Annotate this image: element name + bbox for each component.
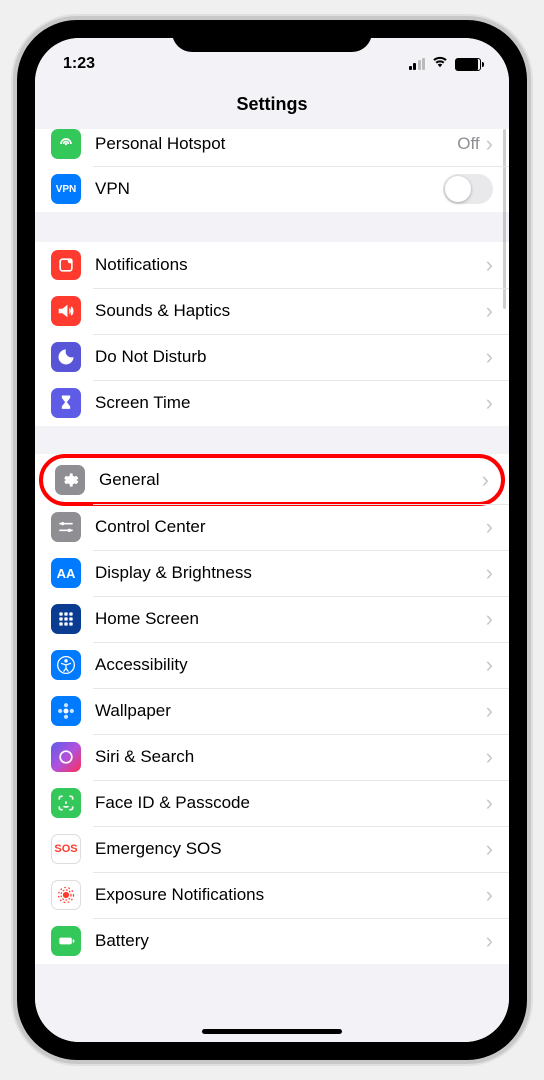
battery-icon bbox=[455, 58, 481, 71]
row-label: Display & Brightness bbox=[95, 563, 486, 583]
phone-screen: 1:23 Settings Personal Hotspot Off bbox=[35, 38, 509, 1042]
text-size-icon: AA bbox=[51, 558, 81, 588]
vpn-toggle[interactable] bbox=[443, 174, 493, 204]
sounds-icon bbox=[51, 296, 81, 326]
row-general[interactable]: General › bbox=[39, 454, 505, 506]
row-label: Emergency SOS bbox=[95, 839, 486, 859]
row-face-id-passcode[interactable]: Face ID & Passcode › bbox=[35, 780, 509, 826]
chevron-right-icon: › bbox=[486, 346, 493, 368]
notch bbox=[172, 20, 372, 52]
row-label: Exposure Notifications bbox=[95, 885, 486, 905]
row-value: Off bbox=[457, 134, 479, 154]
chevron-right-icon: › bbox=[486, 746, 493, 768]
grid-icon bbox=[51, 604, 81, 634]
row-personal-hotspot[interactable]: Personal Hotspot Off › bbox=[35, 129, 509, 166]
section-notifications: Notifications › Sounds & Haptics › Do No… bbox=[35, 242, 509, 426]
chevron-right-icon: › bbox=[486, 792, 493, 814]
section-general: General › Control Center › AA Display & … bbox=[35, 454, 509, 964]
sos-icon: SOS bbox=[51, 834, 81, 864]
row-label: Do Not Disturb bbox=[95, 347, 486, 367]
row-do-not-disturb[interactable]: Do Not Disturb › bbox=[35, 334, 509, 380]
row-label: Sounds & Haptics bbox=[95, 301, 486, 321]
row-label: Home Screen bbox=[95, 609, 486, 629]
siri-icon bbox=[51, 742, 81, 772]
row-notifications[interactable]: Notifications › bbox=[35, 242, 509, 288]
sliders-icon bbox=[51, 512, 81, 542]
row-siri-search[interactable]: Siri & Search › bbox=[35, 734, 509, 780]
status-time: 1:23 bbox=[63, 47, 95, 73]
row-sounds-haptics[interactable]: Sounds & Haptics › bbox=[35, 288, 509, 334]
page-title: Settings bbox=[35, 82, 509, 129]
flower-icon bbox=[51, 696, 81, 726]
chevron-right-icon: › bbox=[486, 930, 493, 952]
row-battery[interactable]: Battery › bbox=[35, 918, 509, 964]
row-label: Face ID & Passcode bbox=[95, 793, 486, 813]
row-label: Wallpaper bbox=[95, 701, 486, 721]
row-exposure-notifications[interactable]: Exposure Notifications › bbox=[35, 872, 509, 918]
chevron-right-icon: › bbox=[486, 300, 493, 322]
row-emergency-sos[interactable]: SOS Emergency SOS › bbox=[35, 826, 509, 872]
chevron-right-icon: › bbox=[486, 654, 493, 676]
chevron-right-icon: › bbox=[486, 516, 493, 538]
row-label: Screen Time bbox=[95, 393, 486, 413]
chevron-right-icon: › bbox=[486, 562, 493, 584]
accessibility-icon bbox=[51, 650, 81, 680]
vpn-icon: VPN bbox=[51, 174, 81, 204]
battery-icon bbox=[51, 926, 81, 956]
row-label: General bbox=[99, 470, 482, 490]
gear-icon bbox=[55, 465, 85, 495]
section-connectivity: Personal Hotspot Off › VPN VPN bbox=[35, 129, 509, 212]
chevron-right-icon: › bbox=[486, 700, 493, 722]
phone-frame: 1:23 Settings Personal Hotspot Off bbox=[17, 20, 527, 1060]
cellular-signal-icon bbox=[409, 58, 426, 70]
row-accessibility[interactable]: Accessibility › bbox=[35, 642, 509, 688]
row-label: Siri & Search bbox=[95, 747, 486, 767]
row-vpn[interactable]: VPN VPN bbox=[35, 166, 509, 212]
chevron-right-icon: › bbox=[486, 884, 493, 906]
chevron-right-icon: › bbox=[486, 608, 493, 630]
chevron-right-icon: › bbox=[486, 392, 493, 414]
chevron-right-icon: › bbox=[486, 133, 493, 155]
status-indicators bbox=[409, 47, 482, 74]
moon-icon bbox=[51, 342, 81, 372]
personal-hotspot-icon bbox=[51, 129, 81, 159]
wifi-icon bbox=[431, 55, 449, 74]
row-label: Control Center bbox=[95, 517, 486, 537]
row-control-center[interactable]: Control Center › bbox=[35, 504, 509, 550]
row-label: Accessibility bbox=[95, 655, 486, 675]
row-label: Notifications bbox=[95, 255, 486, 275]
chevron-right-icon: › bbox=[486, 254, 493, 276]
chevron-right-icon: › bbox=[482, 469, 489, 491]
hourglass-icon bbox=[51, 388, 81, 418]
face-id-icon bbox=[51, 788, 81, 818]
row-label: Personal Hotspot bbox=[95, 134, 457, 154]
row-home-screen[interactable]: Home Screen › bbox=[35, 596, 509, 642]
home-indicator[interactable] bbox=[202, 1029, 342, 1034]
row-screen-time[interactable]: Screen Time › bbox=[35, 380, 509, 426]
notifications-icon bbox=[51, 250, 81, 280]
row-wallpaper[interactable]: Wallpaper › bbox=[35, 688, 509, 734]
row-label: VPN bbox=[95, 179, 443, 199]
exposure-icon bbox=[51, 880, 81, 910]
row-label: Battery bbox=[95, 931, 486, 951]
settings-content[interactable]: Personal Hotspot Off › VPN VPN Notific bbox=[35, 129, 509, 1042]
row-display-brightness[interactable]: AA Display & Brightness › bbox=[35, 550, 509, 596]
chevron-right-icon: › bbox=[486, 838, 493, 860]
